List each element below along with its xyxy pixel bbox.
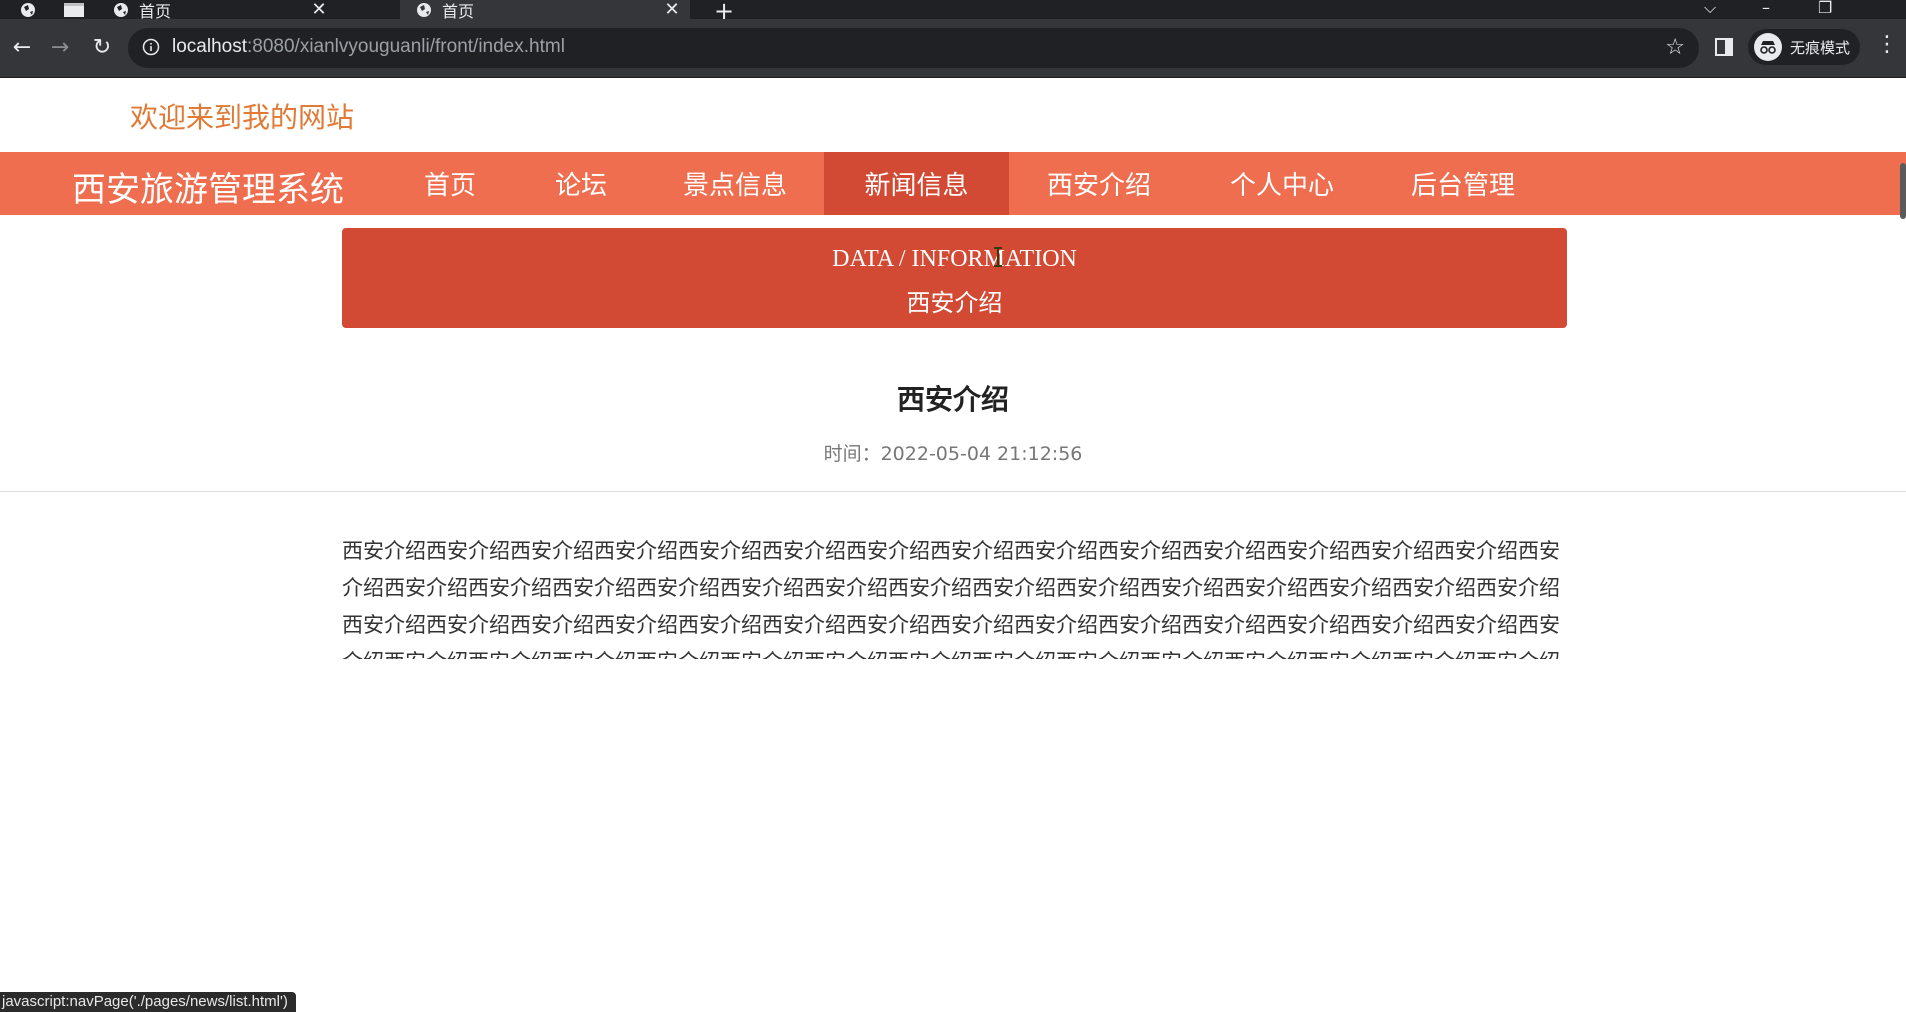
reading-list-icon[interactable] xyxy=(1714,36,1736,58)
incognito-icon xyxy=(1754,33,1782,61)
nav-xian-intro[interactable]: 西安介绍 xyxy=(1010,152,1188,217)
url-path: :8080/xianlvyouguanli/front/index.html xyxy=(247,36,565,57)
nav-label: 首页 xyxy=(423,171,476,201)
banner-chinese-title: 西安介绍 xyxy=(906,291,1003,317)
nav-label: 景点信息 xyxy=(682,171,787,201)
nav-label: 西安介绍 xyxy=(1046,171,1151,201)
globe-icon xyxy=(417,2,431,17)
nav-underline xyxy=(1010,215,1188,217)
text-cursor-icon xyxy=(994,247,1002,267)
url-text: localhost:8080/xianlvyouguanli/front/ind… xyxy=(172,36,565,58)
nav-underline xyxy=(518,215,644,217)
tab-home-inactive[interactable]: 首页 ✕ xyxy=(97,0,337,21)
article-title: 西安介绍 xyxy=(896,383,1009,416)
nav-underline xyxy=(1194,215,1370,217)
nav-label: 新闻信息 xyxy=(864,171,969,201)
web-page: 欢迎来到我的网站 西安旅游管理系统 首页 论坛 景点信息 新闻信息 西安介绍 个… xyxy=(0,78,1906,1012)
tab-group-globe-icon[interactable] xyxy=(16,0,40,19)
nav-attractions[interactable]: 景点信息 xyxy=(648,152,822,217)
incognito-label: 无痕模式 xyxy=(1790,38,1851,57)
browser-tab-strip: 首页 ✕ 首页 ✕ + ⌵ – ❐ xyxy=(0,0,1906,25)
browser-toolbar: ← → ↻ localhost:8080/xianlvyouguanli/fro… xyxy=(0,19,1906,78)
back-arrow-icon[interactable]: ← xyxy=(8,33,36,61)
nav-label: 个人中心 xyxy=(1229,171,1334,201)
page-scrollbar[interactable] xyxy=(1900,163,1906,219)
nav-admin[interactable]: 后台管理 xyxy=(1376,152,1550,217)
main-navigation: 西安旅游管理系统 首页 论坛 景点信息 新闻信息 西安介绍 个人中心 后台管理 xyxy=(0,152,1906,217)
nav-home[interactable]: 首页 xyxy=(388,152,512,217)
tab-home-active[interactable]: 首页 ✕ xyxy=(400,0,690,21)
bookmark-star-icon[interactable]: ☆ xyxy=(1665,35,1685,60)
nav-label: 论坛 xyxy=(554,171,607,201)
incognito-profile-button[interactable]: 无痕模式 xyxy=(1748,29,1860,65)
nav-forum[interactable]: 论坛 xyxy=(518,152,644,217)
banner-english-title: DATA / INFORMATION xyxy=(832,246,1077,272)
article-timestamp: 时间：2022-05-04 21:12:56 xyxy=(823,443,1083,465)
restore-window-icon[interactable]: ❐ xyxy=(1818,0,1832,17)
globe-icon xyxy=(114,2,128,17)
tab-search-chevron-icon[interactable]: ⌵ xyxy=(1704,0,1716,18)
nav-underline xyxy=(388,215,512,217)
tab-sheet-icon[interactable] xyxy=(62,0,86,19)
site-info-icon[interactable] xyxy=(142,38,160,56)
minimize-window-icon[interactable]: – xyxy=(1762,0,1770,17)
browser-menu-icon[interactable]: ⋮ xyxy=(1876,32,1898,57)
welcome-text: 欢迎来到我的网站 xyxy=(130,101,355,134)
url-host: localhost xyxy=(172,36,247,57)
section-banner: DATA / INFORMATION 西安介绍 xyxy=(342,228,1567,328)
nav-news[interactable]: 新闻信息 xyxy=(824,152,1009,215)
nav-underline xyxy=(648,215,822,217)
reload-icon[interactable]: ↻ xyxy=(88,33,116,61)
site-brand[interactable]: 西安旅游管理系统 xyxy=(72,162,344,211)
close-tab-icon[interactable]: ✕ xyxy=(662,0,682,20)
address-bar[interactable]: localhost:8080/xianlvyouguanli/front/ind… xyxy=(128,28,1699,68)
article-body: 西安介绍西安介绍西安介绍西安介绍西安介绍西安介绍西安介绍西安介绍西安介绍西安介绍… xyxy=(342,539,1560,659)
nav-underline xyxy=(1376,215,1550,217)
nav-label: 后台管理 xyxy=(1410,171,1515,201)
close-tab-icon[interactable]: ✕ xyxy=(309,0,329,20)
link-status-bar: javascript:navPage('./pages/news/list.ht… xyxy=(0,992,296,1012)
nav-personal-center[interactable]: 个人中心 xyxy=(1194,152,1370,217)
forward-arrow-icon[interactable]: → xyxy=(46,33,74,61)
divider xyxy=(0,491,1906,492)
